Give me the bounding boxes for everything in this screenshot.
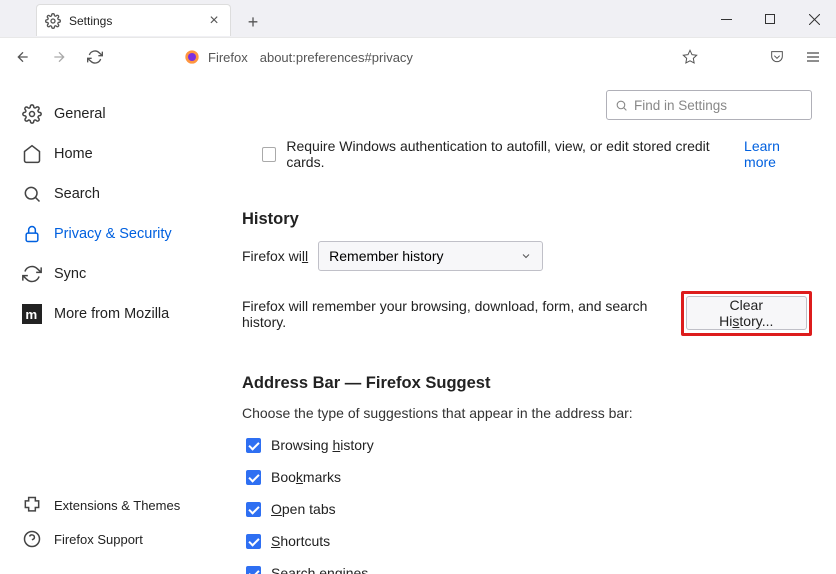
gear-icon [45, 13, 61, 29]
svg-text:m: m [25, 307, 37, 322]
sidebar-item-label: Privacy & Security [54, 226, 172, 242]
sidebar-item-label: General [54, 106, 106, 122]
sidebar-item-general[interactable]: General [14, 94, 224, 134]
main-content: Find in Settings Require Windows authent… [238, 76, 836, 574]
close-window-button[interactable] [792, 0, 836, 38]
search-placeholder: Find in Settings [634, 98, 727, 113]
addressbar-subtext: Choose the type of suggestions that appe… [242, 405, 812, 421]
settings-search-input[interactable]: Find in Settings [606, 90, 812, 120]
minimize-button[interactable] [704, 0, 748, 38]
help-icon [22, 529, 42, 549]
new-tab-button[interactable]: + [239, 8, 267, 36]
suggest-search-engines[interactable]: Search engines [242, 565, 812, 574]
checkbox-label: Open tabs [271, 501, 336, 517]
sync-icon [22, 264, 42, 284]
sidebar-item-label: More from Mozilla [54, 306, 169, 322]
bookmark-star-icon[interactable] [682, 49, 698, 65]
url-text: about:preferences#privacy [260, 50, 674, 65]
sidebar-item-label: Search [54, 186, 100, 202]
history-mode-select[interactable]: Remember history [318, 241, 543, 271]
sidebar: General Home Search Privacy & Security S… [0, 76, 238, 574]
checkbox-label: Browsing history [271, 437, 374, 453]
sidebar-item-search[interactable]: Search [14, 174, 224, 214]
sidebar-item-label: Firefox Support [54, 532, 143, 547]
checkbox[interactable] [246, 566, 261, 574]
firefox-label: Firefox [208, 50, 248, 65]
sidebar-item-mozilla[interactable]: m More from Mozilla [14, 294, 224, 334]
menu-button[interactable] [798, 42, 828, 72]
suggest-browsing-history[interactable]: Browsing history [242, 437, 812, 453]
search-icon [22, 184, 42, 204]
gear-icon [22, 104, 42, 124]
checkbox-label: Shortcuts [271, 533, 330, 549]
tab-close-icon[interactable]: × [206, 13, 222, 29]
sidebar-item-label: Home [54, 146, 93, 162]
puzzle-icon [22, 495, 42, 515]
sidebar-item-home[interactable]: Home [14, 134, 224, 174]
addressbar-heading: Address Bar — Firefox Suggest [242, 374, 812, 393]
back-button[interactable] [8, 42, 38, 72]
suggest-open-tabs[interactable]: Open tabs [242, 501, 812, 517]
sidebar-item-sync[interactable]: Sync [14, 254, 224, 294]
chevron-down-icon [520, 250, 532, 262]
winauth-checkbox[interactable] [262, 147, 276, 162]
learn-more-link[interactable]: Learn more [744, 138, 812, 170]
suggest-shortcuts[interactable]: Shortcuts [242, 533, 812, 549]
checkbox[interactable] [246, 470, 261, 485]
select-value: Remember history [329, 248, 443, 264]
clear-history-button[interactable]: Clear History... [686, 296, 807, 330]
sidebar-item-label: Sync [54, 266, 86, 282]
address-bar[interactable]: Firefox about:preferences#privacy [176, 42, 706, 72]
sidebar-item-label: Extensions & Themes [54, 498, 180, 513]
history-description: Firefox will remember your browsing, dow… [242, 298, 681, 330]
pocket-button[interactable] [762, 42, 792, 72]
checkbox-label: Bookmarks [271, 469, 341, 485]
firefox-will-label: Firefox will [242, 248, 308, 264]
checkbox[interactable] [246, 438, 261, 453]
history-heading: History [242, 210, 812, 229]
sidebar-item-privacy[interactable]: Privacy & Security [14, 214, 224, 254]
reload-button[interactable] [80, 42, 110, 72]
checkbox-label: Search engines [271, 565, 368, 574]
mozilla-icon: m [22, 304, 42, 324]
sidebar-item-extensions[interactable]: Extensions & Themes [14, 488, 224, 522]
checkbox[interactable] [246, 502, 261, 517]
tab-title: Settings [69, 14, 206, 28]
browser-tab[interactable]: Settings × [36, 4, 231, 36]
search-icon [615, 99, 628, 112]
winauth-label: Require Windows authentication to autofi… [286, 138, 728, 170]
maximize-button[interactable] [748, 0, 792, 38]
highlight-annotation: Clear History... [681, 291, 812, 336]
sidebar-item-support[interactable]: Firefox Support [14, 522, 224, 556]
suggest-bookmarks[interactable]: Bookmarks [242, 469, 812, 485]
forward-button[interactable] [44, 42, 74, 72]
checkbox[interactable] [246, 534, 261, 549]
firefox-icon [184, 49, 200, 65]
lock-icon [22, 224, 42, 244]
home-icon [22, 144, 42, 164]
